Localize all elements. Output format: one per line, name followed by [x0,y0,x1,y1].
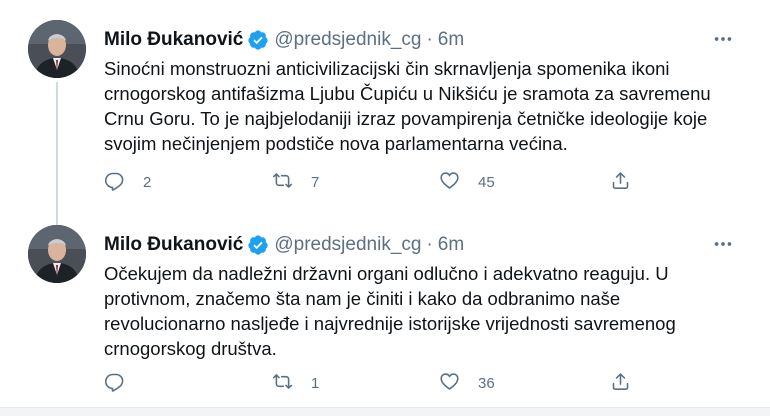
reply-button[interactable] [104,371,143,395]
retweet-count: 1 [311,374,320,392]
share-icon [610,170,631,195]
reply-button[interactable]: 2 [104,170,151,194]
more-dots-icon[interactable] [712,28,734,50]
tweet-2[interactable]: Milo Đukanović @predsjednik_cg · 6m Oček… [0,205,770,407]
timestamp[interactable]: 6m [438,234,464,256]
tweet-header: Milo Đukanović @predsjednik_cg · 6m [104,28,464,52]
reply-icon [104,170,125,195]
separator: · [426,234,433,255]
like-button[interactable]: 36 [439,371,495,395]
verified-badge-icon [247,234,269,256]
author-name[interactable]: Milo Đukanović [104,234,243,256]
retweet-icon [272,371,293,396]
tweet-text: Očekujem da nadležni državni organi odlu… [104,263,676,359]
heart-icon [439,371,460,396]
avatar[interactable] [28,225,86,283]
share-button[interactable] [610,371,631,395]
share-icon [610,371,631,396]
like-button[interactable]: 45 [439,170,495,194]
retweet-button[interactable]: 1 [272,371,319,395]
heart-icon [439,170,460,195]
avatar[interactable] [28,20,86,78]
retweet-button[interactable]: 7 [272,170,319,194]
reply-icon [104,371,125,396]
tweet-actions: 1 36 [104,371,644,395]
like-count: 36 [478,374,495,392]
tweet-header: Milo Đukanović @predsjednik_cg · 6m [104,233,464,257]
timestamp[interactable]: 6m [438,29,464,51]
tweet-actions: 2 7 45 [104,170,644,194]
reply-count: 2 [143,173,152,191]
thread-line [56,205,58,225]
author-handle[interactable]: @predsjednik_cg [274,29,421,51]
tweet-text: Sinoćni monstruozni anticivilizacijski č… [104,58,711,154]
verified-badge-icon [247,29,269,51]
share-button[interactable] [610,170,631,194]
author-handle[interactable]: @predsjednik_cg [274,234,421,256]
like-count: 45 [478,173,495,191]
more-dots-icon[interactable] [712,233,734,255]
tweet-1[interactable]: Milo Đukanović @predsjednik_cg · 6m Sino… [0,0,770,207]
retweet-count: 7 [311,173,320,191]
retweet-icon [272,170,293,195]
author-name[interactable]: Milo Đukanović [104,29,243,51]
separator: · [426,29,433,50]
thread-line [56,82,58,207]
